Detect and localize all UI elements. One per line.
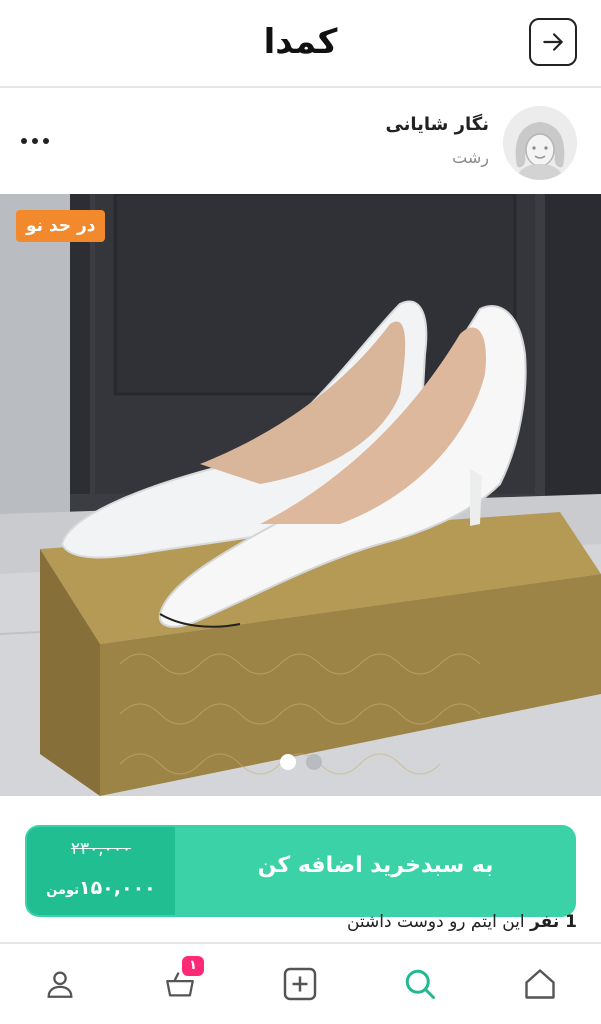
user-icon: [47, 971, 73, 998]
bottom-navigation: ۱: [0, 942, 601, 1024]
nav-cart[interactable]: ۱: [158, 956, 204, 1006]
old-price: ۲۳۰,۰۰۰: [70, 839, 132, 859]
condition-badge: در حد نو: [16, 210, 106, 242]
new-price: ۱۵۰,۰۰۰: [78, 877, 156, 899]
nav-add[interactable]: [278, 962, 322, 1006]
app-logo: کمدا: [263, 22, 338, 62]
currency-label: تومن: [46, 883, 79, 898]
add-to-cart-label: به سبدخرید اضافه کن: [257, 853, 494, 878]
nav-search[interactable]: [398, 962, 442, 1006]
nav-profile[interactable]: [38, 962, 82, 1006]
likes-line[interactable]: 1 نفر این ایتم رو دوست داشتن: [347, 912, 577, 934]
product-page: کمدا نگار شایانی رشت در حد نو ۲۳۰,۰۰۰ ۱۵…: [0, 0, 601, 1024]
nav-home[interactable]: [518, 962, 562, 1006]
avatar[interactable]: [503, 106, 577, 180]
seller-name[interactable]: نگار شایانی: [385, 114, 489, 135]
carousel-dot-active[interactable]: [279, 754, 296, 770]
top-header: کمدا: [0, 0, 601, 88]
add-to-cart-button[interactable]: ۲۳۰,۰۰۰ ۱۵۰,۰۰۰تومن به سبدخرید اضافه کن: [25, 825, 576, 917]
cart-count-badge: ۱: [182, 956, 204, 976]
product-image: [0, 194, 601, 796]
carousel-dots: [0, 754, 601, 770]
search-icon: [405, 969, 435, 999]
seller-city: رشت: [452, 148, 489, 167]
new-price-row: ۱۵۰,۰۰۰تومن: [27, 877, 175, 899]
forward-button[interactable]: [529, 18, 577, 66]
product-photo[interactable]: در حد نو: [0, 194, 601, 796]
carousel-dot[interactable]: [305, 754, 322, 770]
likes-text: این ایتم رو دوست داشتن: [346, 912, 525, 932]
home-icon: [525, 969, 555, 999]
price-box: ۲۳۰,۰۰۰ ۱۵۰,۰۰۰تومن: [27, 827, 175, 915]
add-square-icon: [283, 967, 317, 1001]
likes-count: 1 نفر: [530, 912, 577, 932]
seller-row[interactable]: نگار شایانی رشت: [0, 90, 601, 194]
more-horizontal-icon[interactable]: [20, 128, 50, 148]
arrow-right-icon: [543, 33, 563, 51]
avatar-placeholder-icon: [503, 106, 577, 180]
